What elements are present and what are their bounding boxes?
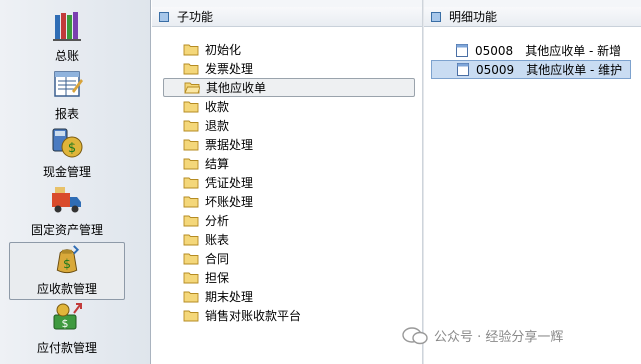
watermark: 公众号 · 经验分享一辉 [402, 326, 563, 345]
subfunction-item[interactable]: 其他应收单 [163, 78, 415, 97]
detail-function-item[interactable]: 05009 其他应收单 - 维护 [431, 60, 631, 79]
wechat-icon [402, 326, 428, 344]
document-icon [456, 44, 468, 57]
nav-item-cash-management[interactable]: $ 现金管理 [9, 124, 125, 182]
subfunctions-header: 子功能 [152, 7, 422, 27]
report-icon [54, 71, 83, 97]
subfunction-label: 凭证处理 [205, 176, 254, 190]
receivables-moneybag-icon: $ [56, 245, 80, 274]
top-strip [152, 0, 641, 7]
detail-label: 其他应收单 - 新增 [525, 44, 622, 58]
subfunction-label: 销售对账收款平台 [205, 309, 302, 323]
folder-icon [183, 310, 199, 322]
panel-divider[interactable] [422, 0, 424, 364]
folder-icon [183, 234, 199, 246]
nav-item-general-ledger[interactable]: 总账 [9, 8, 125, 66]
folder-icon [183, 272, 199, 284]
nav-item-label: 应付款管理 [36, 341, 97, 355]
folder-icon [183, 253, 199, 265]
nav-item-label: 固定资产管理 [30, 223, 103, 237]
folder-icon [183, 177, 199, 189]
watermark-text: 公众号 · 经验分享一辉 [434, 330, 564, 345]
svg-text:$: $ [62, 317, 69, 330]
header-square-icon [159, 11, 169, 22]
details-header: 明细功能 [424, 7, 641, 27]
subfunction-label: 坏账处理 [205, 195, 254, 209]
subfunction-item[interactable]: 坏账处理 [163, 192, 415, 211]
subfunction-item[interactable]: 凭证处理 [163, 173, 415, 192]
nav-item-reports[interactable]: 报表 [9, 66, 125, 124]
subfunction-label: 分析 [205, 214, 230, 228]
subfunction-label: 发票处理 [205, 62, 254, 76]
detail-code: 05009 [476, 62, 515, 77]
payables-icon: $ [53, 303, 82, 330]
subfunction-label: 账表 [205, 233, 230, 247]
nav-item-fixed-assets[interactable]: 固定资产管理 [9, 182, 125, 240]
subfunction-item[interactable]: 分析 [163, 211, 415, 230]
detail-label: 其他应收单 - 维护 [526, 63, 623, 77]
subfunction-label: 结算 [205, 157, 230, 171]
nav-item-label: 应收款管理 [36, 282, 97, 296]
detail-function-item[interactable]: 05008 其他应收单 - 新增 [431, 41, 631, 60]
subfunction-label: 其他应收单 [206, 81, 267, 95]
folder-icon [183, 44, 199, 56]
subfunction-label: 合同 [205, 252, 230, 266]
folder-icon [183, 139, 199, 151]
detail-function-list: 05008 其他应收单 - 新增 05009 其他应收单 - 维护 [431, 41, 631, 79]
subfunction-item[interactable]: 期末处理 [163, 287, 415, 306]
folder-icon [183, 63, 199, 75]
svg-text:$: $ [63, 256, 71, 271]
svg-text:$: $ [68, 141, 76, 156]
folder-icon [183, 196, 199, 208]
ledger-books-icon [53, 12, 81, 41]
subfunction-label: 初始化 [205, 43, 242, 57]
details-title: 明细功能 [449, 10, 498, 24]
document-icon [457, 63, 469, 76]
subfunction-label: 担保 [205, 271, 230, 285]
subfunction-item[interactable]: 发票处理 [163, 59, 415, 78]
nav-item-label: 总账 [54, 49, 79, 63]
nav-item-payables[interactable]: $ 应付款管理 [9, 300, 125, 358]
detail-code: 05008 [475, 43, 514, 58]
subfunction-item[interactable]: 担保 [163, 268, 415, 287]
nav-item-label: 现金管理 [42, 165, 91, 179]
subfunction-label: 票据处理 [205, 138, 254, 152]
cash-management-icon: $ [52, 128, 83, 158]
module-nav: 总账 报表 $ 现金管理 固定资产管理 $ 应收款管理 $ 应付款管理 [0, 0, 151, 364]
folder-icon [183, 120, 199, 132]
subfunction-label: 收款 [205, 100, 230, 114]
nav-item-label: 报表 [54, 107, 79, 121]
subfunction-item[interactable]: 票据处理 [163, 135, 415, 154]
folder-icon [183, 291, 199, 303]
folder-icon [183, 158, 199, 170]
subfunction-list: 初始化发票处理其他应收单收款退款票据处理结算凭证处理坏账处理分析账表合同担保期末… [163, 40, 415, 325]
subfunction-item[interactable]: 结算 [163, 154, 415, 173]
subfunction-label: 退款 [205, 119, 230, 133]
fixed-assets-truck-icon [52, 187, 81, 213]
subfunctions-title: 子功能 [177, 10, 214, 24]
folder-icon [183, 215, 199, 227]
nav-item-receivables[interactable]: $ 应收款管理 [9, 242, 125, 300]
header-square-icon [431, 11, 441, 22]
subfunction-item[interactable]: 账表 [163, 230, 415, 249]
subfunction-item[interactable]: 收款 [163, 97, 415, 116]
subfunction-item[interactable]: 退款 [163, 116, 415, 135]
subfunction-item[interactable]: 销售对账收款平台 [163, 306, 415, 325]
subfunction-item[interactable]: 合同 [163, 249, 415, 268]
subfunction-label: 期末处理 [205, 290, 254, 304]
subfunction-item[interactable]: 初始化 [163, 40, 415, 59]
folder-icon [183, 101, 199, 113]
folder-open-icon [184, 82, 200, 94]
